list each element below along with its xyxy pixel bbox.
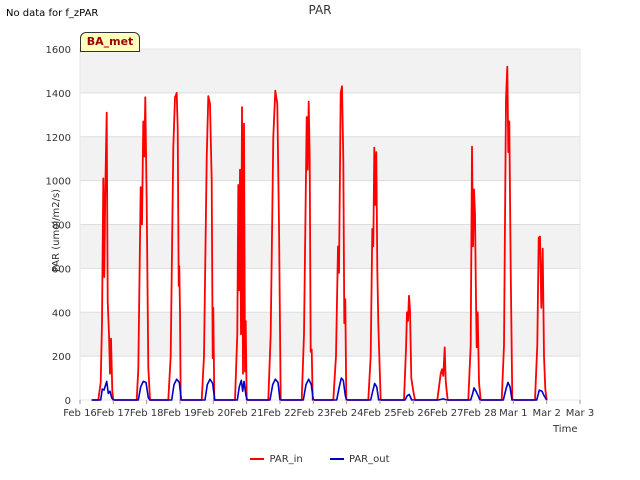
y-tick-label: 0 — [65, 396, 71, 407]
x-tick-label: Mar 2 — [532, 408, 560, 419]
legend-swatch-par-in — [250, 458, 265, 460]
legend-item-par-out: PAR_out — [329, 454, 390, 465]
site-badge: BA_met — [80, 32, 140, 52]
legend: PAR_in PAR_out — [0, 454, 640, 465]
y-tick-label: 1000 — [46, 177, 71, 188]
legend-swatch-par-out — [329, 458, 344, 460]
legend-label-par-in: PAR_in — [269, 454, 303, 465]
y-tick-label: 1600 — [46, 45, 71, 56]
x-axis-label: Time — [553, 424, 578, 435]
y-tick-label: 1200 — [46, 133, 71, 144]
x-tick-label: Feb 18 — [130, 408, 164, 419]
par-chart: 02004006008001000120014001600Feb 16 Feb 1… — [46, 45, 595, 419]
y-tick-label: 200 — [52, 352, 71, 363]
x-tick-label: Feb 27 — [430, 408, 464, 419]
x-tick-label: Feb 25 — [363, 408, 397, 419]
x-tick-label: Feb 23 — [297, 408, 331, 419]
x-tick-label: Feb 28 — [463, 408, 497, 419]
chart-title: PAR — [308, 3, 332, 17]
legend-item-par-in: PAR_in — [250, 454, 303, 465]
y-axis-label: PAR (umol/m2/s) — [51, 188, 63, 273]
x-tick-label: Mar 1 — [499, 408, 527, 419]
x-tick-label: Feb 21 — [230, 408, 264, 419]
x-tick-label: Feb 19 — [163, 408, 197, 419]
plot-band — [80, 49, 580, 93]
x-tick-label: Mar 3 — [566, 408, 594, 419]
x-tick-label: Feb 17 — [97, 408, 131, 419]
x-tick-label: Feb 24 — [330, 408, 364, 419]
x-tick-label: Feb 22 — [263, 408, 297, 419]
x-tick-label: Feb 26 — [397, 408, 431, 419]
y-tick-label: 400 — [52, 308, 71, 319]
legend-label-par-out: PAR_out — [348, 454, 390, 465]
y-tick-label: 1400 — [46, 89, 71, 100]
x-tick-label: Feb 20 — [197, 408, 231, 419]
x-tick-label: Feb 16 — [63, 408, 97, 419]
